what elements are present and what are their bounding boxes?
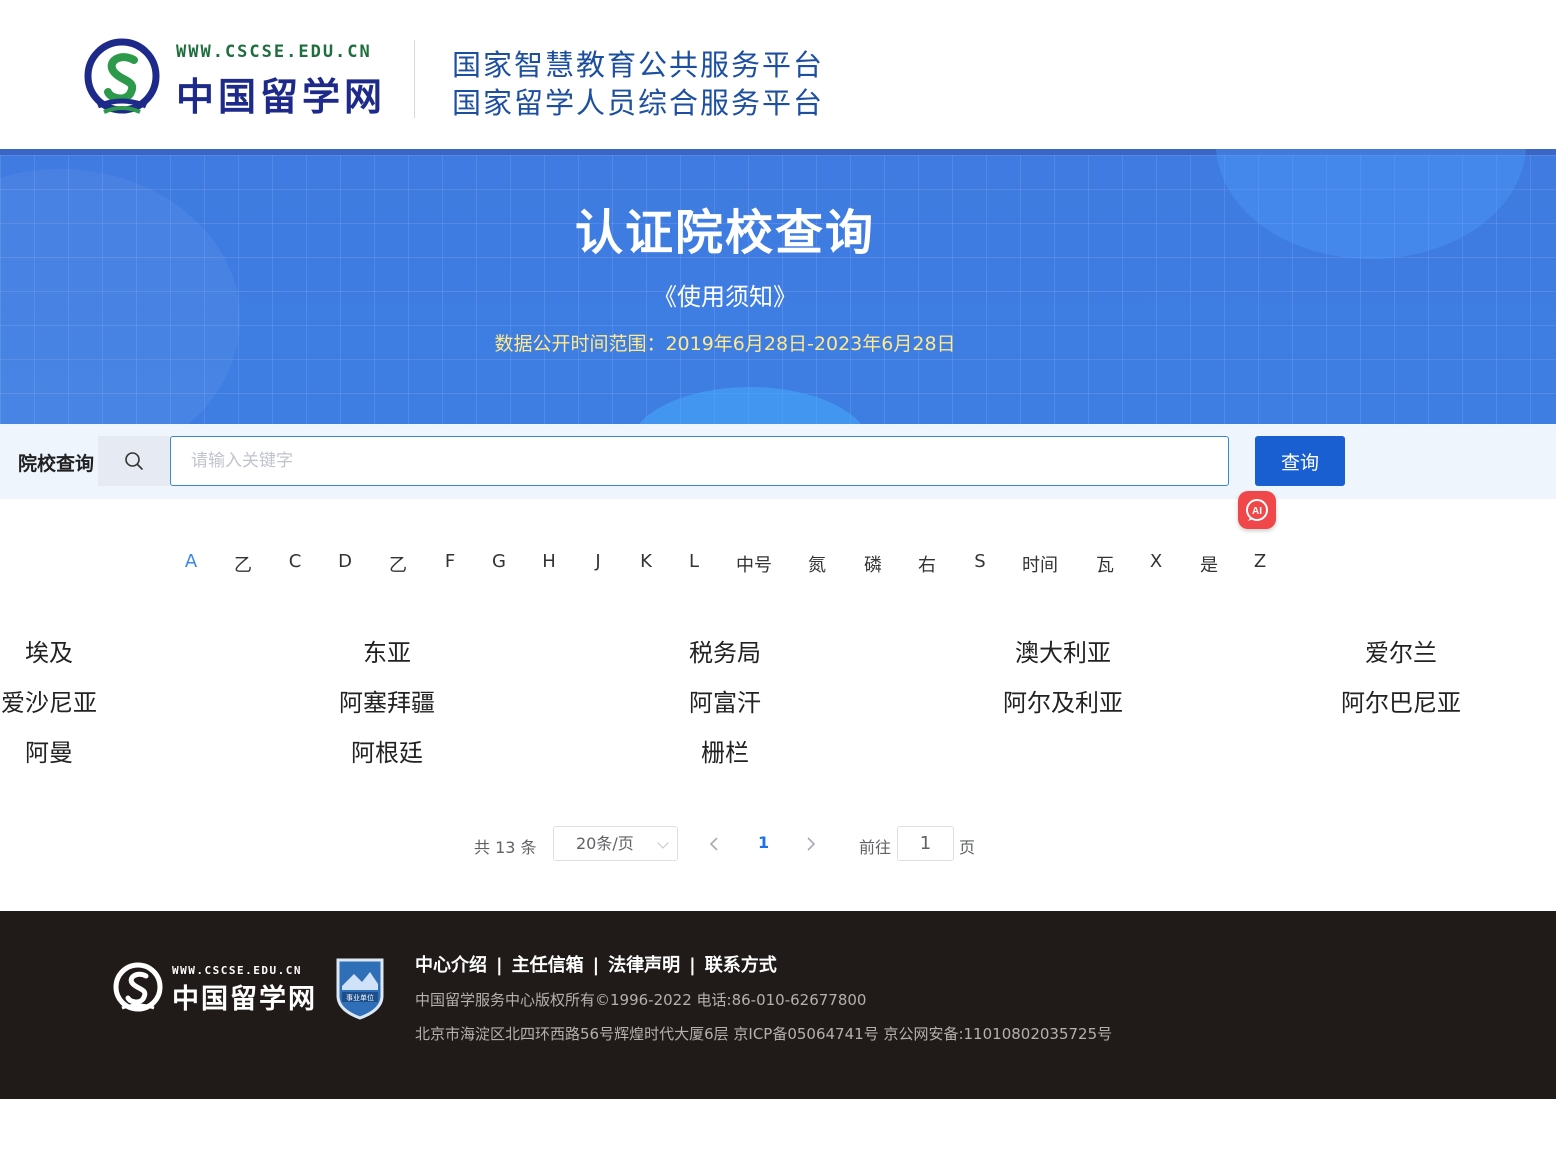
result-item[interactable]: 澳大利亚 [1015, 633, 1111, 668]
letter-filter-item[interactable]: 中号 [736, 551, 772, 577]
page-number-current[interactable]: 1 [758, 833, 769, 852]
address-text: 北京市海淀区北四环西路56号辉煌时代大厦6层 京ICP备05064741号 京公… [415, 1025, 1113, 1043]
svg-text:事业单位: 事业单位 [346, 993, 374, 1002]
page-size-select[interactable]: 20条/页 [553, 826, 678, 861]
search-label: 院校查询 [18, 453, 95, 475]
letter-filter-item[interactable]: C [289, 551, 302, 572]
footer-link[interactable]: 主任信箱 [512, 955, 584, 976]
letter-filter-item[interactable]: S [974, 551, 985, 572]
footer-logo-name: 中国留学网 [172, 984, 317, 1015]
letter-filter-item[interactable]: 是 [1200, 551, 1218, 577]
result-item[interactable]: 阿根廷 [351, 733, 423, 768]
letter-filter-item[interactable]: Z [1254, 551, 1266, 572]
footer-link-separator: | [689, 955, 696, 976]
date-range-text: 数据公开时间范围：2019年6月28日-2023年6月28日 [494, 333, 956, 355]
result-item[interactable]: 东亚 [363, 633, 411, 668]
result-item[interactable]: 爱沙尼亚 [1, 683, 97, 718]
platform-title-2: 国家留学人员综合服务平台 [452, 86, 825, 120]
prev-page-icon[interactable] [706, 835, 722, 853]
search-bar: 院校查询 查询 [0, 424, 1556, 499]
svg-text:AI: AI [1252, 506, 1262, 517]
letter-filter-item[interactable]: 右 [918, 551, 936, 577]
letter-filter-item[interactable]: 瓦 [1096, 551, 1114, 577]
cscse-logo-icon[interactable] [84, 38, 160, 118]
letter-filter-item[interactable]: F [445, 551, 455, 572]
letter-filter-item[interactable]: 乙 [389, 551, 407, 577]
search-button[interactable]: 查询 [1255, 436, 1345, 486]
letter-filter-item[interactable]: H [542, 551, 556, 572]
next-page-icon[interactable] [803, 835, 819, 853]
letter-filter-item[interactable]: 磷 [864, 551, 882, 577]
letter-filter-item[interactable]: 乙 [234, 551, 252, 577]
usage-notice-link[interactable]: 《使用须知》 [0, 277, 1450, 312]
letter-filter-item[interactable]: 氮 [808, 551, 826, 577]
letter-filter-item[interactable]: X [1150, 551, 1162, 572]
result-item[interactable]: 阿富汗 [689, 683, 761, 718]
institution-badge-icon[interactable]: 事业单位 [334, 956, 386, 1020]
footer-logo-url: WWW.CSCSE.EDU.CN [172, 964, 302, 977]
letter-filter-item[interactable]: J [595, 551, 600, 572]
result-item[interactable]: 阿塞拜疆 [339, 683, 435, 718]
page-suffix-label: 页 [959, 838, 976, 857]
logo-url-text: WWW.CSCSE.EDU.CN [176, 42, 372, 62]
ai-assistant-button[interactable]: AI [1238, 491, 1276, 529]
letter-filter: A 乙 C D 乙 F G H J K L 中号 氮 磷 右 S 时间 瓦 X 是 Z [0, 551, 1556, 577]
footer-link[interactable]: 中心介绍 [415, 955, 487, 976]
result-item[interactable]: 阿尔巴尼亚 [1341, 683, 1461, 718]
page-size-value: 20条/页 [576, 834, 634, 853]
hero-banner: 认证院校查询 《使用须知》 数据公开时间范围：2019年6月28日-2023年6… [0, 149, 1556, 424]
result-item[interactable]: 税务局 [689, 633, 761, 668]
copyright-text: 中国留学服务中心版权所有©1996-2022 电话:86-010-6267780… [415, 991, 867, 1009]
platform-title-1: 国家智慧教育公共服务平台 [452, 48, 825, 82]
site-header: WWW.CSCSE.EDU.CN 中国留学网 国家智慧教育公共服务平台 国家留学… [0, 0, 1556, 149]
search-icon-container [98, 436, 170, 486]
search-input[interactable] [170, 436, 1229, 486]
letter-filter-item[interactable]: L [689, 551, 699, 572]
footer-link[interactable]: 联系方式 [705, 955, 777, 976]
result-item[interactable]: 栅栏 [701, 733, 749, 768]
footer-logo-icon [113, 962, 163, 1012]
ai-icon: AI [1246, 499, 1268, 521]
footer-link-separator: | [496, 955, 503, 976]
footer-links: 中心介绍 | 主任信箱 | 法律声明 | 联系方式 [415, 951, 777, 977]
letter-filter-item[interactable]: D [338, 551, 352, 572]
result-item[interactable]: 阿尔及利亚 [1003, 683, 1123, 718]
header-divider [414, 40, 415, 118]
pagination: 共 13 条 20条/页 1 前往 页 [0, 826, 1556, 862]
result-item[interactable]: 阿曼 [25, 733, 73, 768]
result-item[interactable]: 埃及 [25, 633, 73, 668]
letter-filter-item[interactable]: 时间 [1022, 551, 1058, 577]
total-count: 共 13 条 [474, 838, 537, 857]
search-icon [125, 452, 143, 470]
letter-filter-item[interactable]: A [185, 551, 197, 572]
footer-link-separator: | [592, 955, 600, 976]
logo-name-text: 中国留学网 [176, 74, 387, 119]
page-title: 认证院校查询 [574, 205, 875, 261]
result-item[interactable]: 爱尔兰 [1365, 633, 1437, 668]
chevron-down-icon [657, 837, 669, 849]
footer-link[interactable]: 法律声明 [608, 955, 680, 976]
goto-label: 前往 [859, 838, 892, 857]
letter-filter-item[interactable]: K [640, 551, 652, 572]
goto-page-input[interactable] [897, 826, 954, 861]
letter-filter-item[interactable]: G [492, 551, 506, 572]
site-footer: WWW.CSCSE.EDU.CN 中国留学网 事业单位 中心介绍 | 主任信箱 | 法律… [0, 911, 1556, 1099]
